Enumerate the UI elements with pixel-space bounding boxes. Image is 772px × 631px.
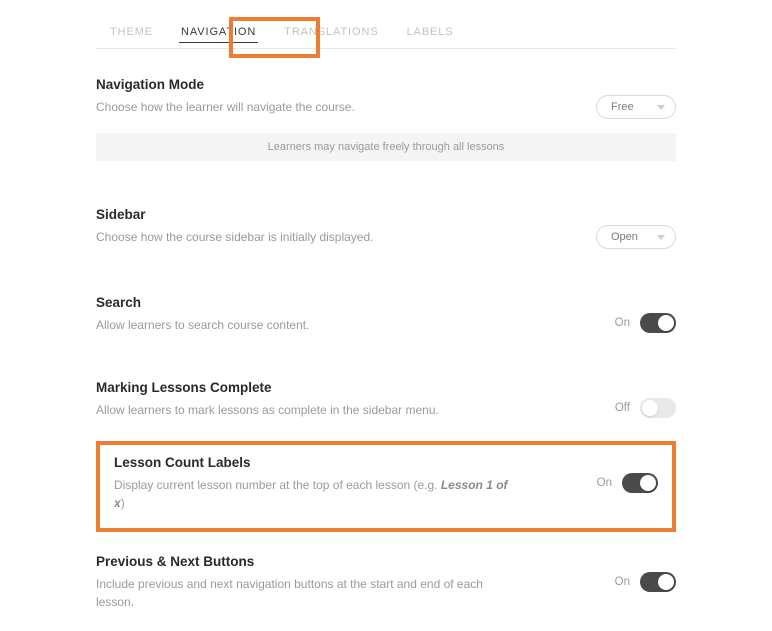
section-navigation-mode: Navigation Mode Choose how the learner w… [96,49,676,119]
section-lesson-count: Lesson Count Labels Display current less… [114,455,658,512]
chevron-down-icon [657,105,665,110]
section-search: Search Allow learners to search course c… [96,267,676,334]
navigation-mode-dropdown-value: Free [611,101,634,113]
tab-labels[interactable]: LABELS [393,18,468,48]
chevron-down-icon [657,235,665,240]
tab-bar: THEME NAVIGATION TRANSLATIONS LABELS [96,18,676,49]
marking-complete-desc: Allow learners to mark lessons as comple… [96,401,439,419]
prev-next-desc: Include previous and next navigation but… [96,575,496,611]
navigation-mode-desc: Choose how the learner will navigate the… [96,98,355,116]
sidebar-dropdown-value: Open [611,231,638,243]
marking-complete-toggle-label: Off [615,402,630,414]
lesson-count-desc-prefix: Display current lesson number at the top… [114,478,441,492]
section-marking-complete: Marking Lessons Complete Allow learners … [96,352,676,419]
prev-next-toggle-label: On [615,576,630,588]
lesson-count-toggle-label: On [597,477,612,489]
search-title: Search [96,295,309,310]
marking-complete-title: Marking Lessons Complete [96,380,439,395]
search-toggle[interactable] [640,313,676,333]
section-prev-next: Previous & Next Buttons Include previous… [96,532,676,611]
sidebar-desc: Choose how the course sidebar is initial… [96,228,373,246]
prev-next-toggle[interactable] [640,572,676,592]
marking-complete-toggle[interactable] [640,398,676,418]
tab-translations[interactable]: TRANSLATIONS [270,18,392,48]
navigation-mode-title: Navigation Mode [96,77,355,92]
lesson-count-desc-suffix: ) [121,496,125,510]
navigation-mode-info-bar: Learners may navigate freely through all… [96,133,676,161]
search-desc: Allow learners to search course content. [96,316,309,334]
lesson-count-toggle[interactable] [622,473,658,493]
sidebar-title: Sidebar [96,207,373,222]
search-toggle-label: On [615,317,630,329]
prev-next-title: Previous & Next Buttons [96,554,496,569]
tab-navigation[interactable]: NAVIGATION [167,18,270,48]
navigation-mode-dropdown[interactable]: Free [596,95,676,119]
section-sidebar: Sidebar Choose how the course sidebar is… [96,179,676,249]
lesson-count-desc: Display current lesson number at the top… [114,476,514,512]
lesson-count-title: Lesson Count Labels [114,455,514,470]
tab-theme[interactable]: THEME [96,18,167,48]
annotation-highlight-lesson-count: Lesson Count Labels Display current less… [96,441,676,532]
sidebar-dropdown[interactable]: Open [596,225,676,249]
